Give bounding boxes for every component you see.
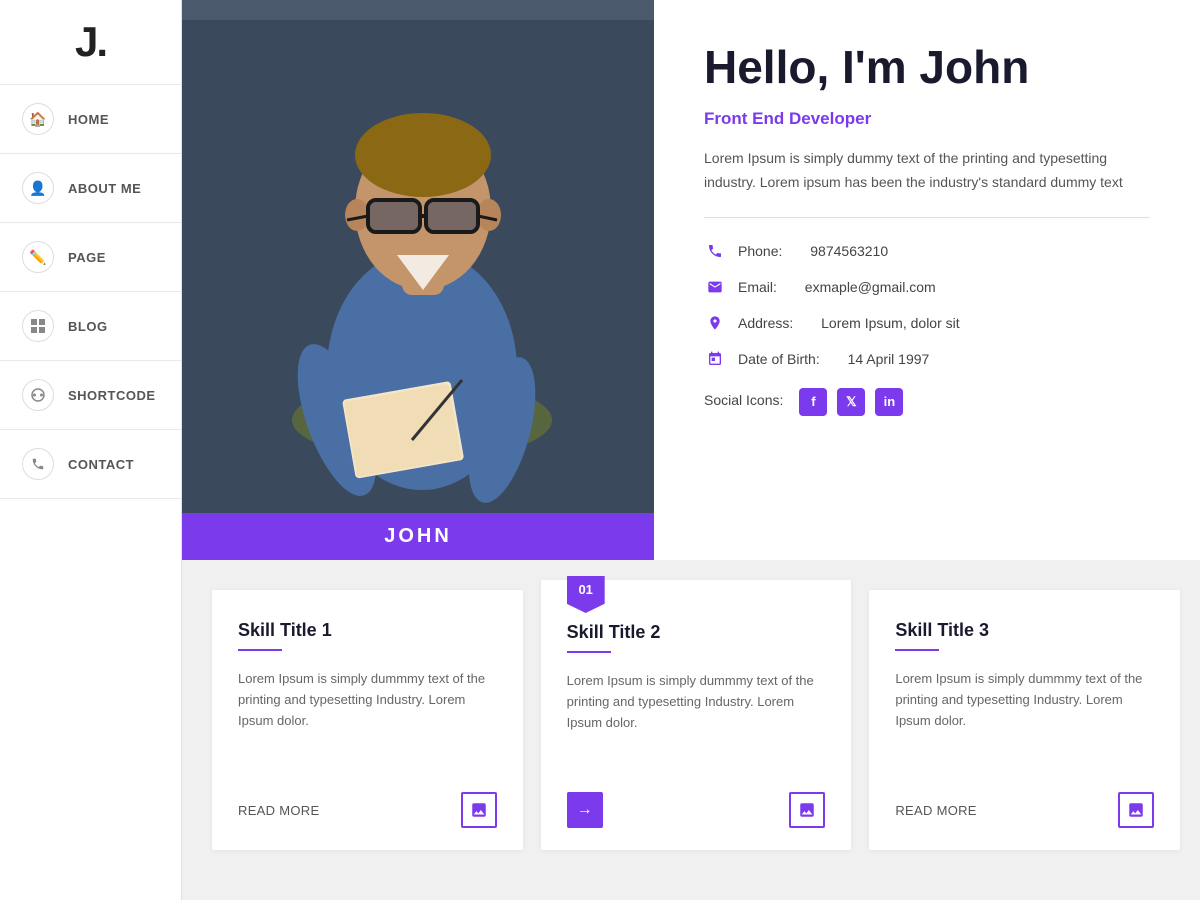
sidebar-item-shortcode[interactable]: SHORTCODE [0,361,181,430]
phone-label: Phone: [738,243,782,259]
sidebar-label-about: ABOUT ME [68,181,141,196]
sidebar: J. 🏠 HOME 👤 ABOUT ME ✏️ PAGE BLOG SHORTC… [0,0,182,900]
skill-footer-2: → [567,792,826,828]
skill-underline-3 [895,649,939,651]
sidebar-item-page[interactable]: ✏️ PAGE [0,223,181,292]
sidebar-label-blog: BLOG [68,319,108,334]
contact-address-row: Address: Lorem Ipsum, dolor sit [704,312,1150,334]
address-value: Lorem Ipsum, dolor sit [821,315,960,331]
main-content: JOHN Hello, I'm John Front End Developer… [182,0,1200,900]
shortcode-icon [22,379,54,411]
contact-dob-row: Date of Birth: 14 April 1997 [704,348,1150,370]
email-contact-icon [704,276,726,298]
sidebar-label-contact: CONTACT [68,457,134,472]
skills-section: Skill Title 1 Lorem Ipsum is simply dumm… [182,560,1200,880]
image-icon-2[interactable] [789,792,825,828]
skill-card-2: 01 Skill Title 2 Lorem Ipsum is simply d… [541,580,852,850]
skill-card-3: Skill Title 3 Lorem Ipsum is simply dumm… [869,590,1180,850]
hero-image [182,0,654,545]
skill-badge-2: 01 [567,576,605,613]
hero-greeting: Hello, I'm John [704,40,1150,95]
twitter-icon[interactable]: 𝕏 [837,388,865,416]
linkedin-icon[interactable]: in [875,388,903,416]
skill-title-3: Skill Title 3 [895,620,1154,641]
phone-icon [22,448,54,480]
contact-email-row: Email: exmaple@gmail.com [704,276,1150,298]
hero-description: Lorem Ipsum is simply dummy text of the … [704,147,1150,195]
skill-underline-2 [567,651,611,653]
skill-text-1: Lorem Ipsum is simply dummmy text of the… [238,669,497,772]
logo-area: J. [0,0,181,85]
arrow-button-2[interactable]: → [567,792,603,828]
skill-card-1: Skill Title 1 Lorem Ipsum is simply dumm… [212,590,523,850]
grid-icon [22,310,54,342]
read-more-3[interactable]: READ MORE [895,803,976,818]
address-label: Address: [738,315,793,331]
sidebar-item-about[interactable]: 👤 ABOUT ME [0,154,181,223]
hero-role: Front End Developer [704,109,1150,129]
sidebar-label-shortcode: SHORTCODE [68,388,156,403]
phone-contact-icon [704,240,726,262]
email-value: exmaple@gmail.com [805,279,936,295]
sidebar-item-blog[interactable]: BLOG [0,292,181,361]
social-icons: f 𝕏 in [799,388,903,416]
facebook-icon[interactable]: f [799,388,827,416]
sidebar-label-home: HOME [68,112,109,127]
edit-icon: ✏️ [22,241,54,273]
logo: J. [75,18,106,66]
image-icon-1[interactable] [461,792,497,828]
skill-text-3: Lorem Ipsum is simply dummmy text of the… [895,669,1154,772]
social-label: Social Icons: [704,392,783,408]
person-icon: 👤 [22,172,54,204]
skill-title-2: Skill Title 2 [567,622,826,643]
contact-phone-row: Phone: 9874563210 [704,240,1150,262]
skill-footer-3: READ MORE [895,792,1154,828]
sidebar-item-home[interactable]: 🏠 HOME [0,85,181,154]
phone-value: 9874563210 [810,243,888,259]
sidebar-item-contact[interactable]: CONTACT [0,430,181,499]
dob-value: 14 April 1997 [848,351,930,367]
skill-text-2: Lorem Ipsum is simply dummmy text of the… [567,671,826,772]
home-icon: 🏠 [22,103,54,135]
skill-footer-1: READ MORE [238,792,497,828]
hero-divider [704,217,1150,218]
read-more-1[interactable]: READ MORE [238,803,319,818]
calendar-icon [704,348,726,370]
dob-label: Date of Birth: [738,351,820,367]
sidebar-label-page: PAGE [68,250,106,265]
social-row-container: Social Icons: f 𝕏 in [704,384,1150,416]
hero-info: Hello, I'm John Front End Developer Lore… [654,0,1200,560]
hero-image-wrap: JOHN [182,0,654,560]
skill-underline-1 [238,649,282,651]
image-icon-3[interactable] [1118,792,1154,828]
location-icon [704,312,726,334]
hero-section: JOHN Hello, I'm John Front End Developer… [182,0,1200,560]
hero-name-bar: JOHN [182,513,654,560]
skill-title-1: Skill Title 1 [238,620,497,641]
email-label: Email: [738,279,777,295]
